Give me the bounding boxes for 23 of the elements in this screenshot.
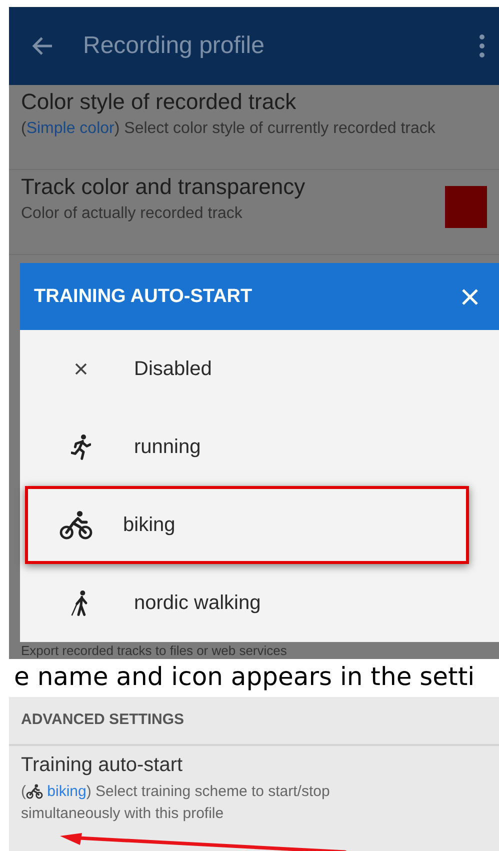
highlighted-option[interactable]: biking	[25, 486, 469, 564]
setting-description: ( biking) Select training scheme to start/stop simultaneously with this profile	[21, 782, 331, 824]
setting-description: Export recorded tracks to files or web services	[20, 642, 288, 659]
dialog-title: TRAINING AUTO-START	[34, 286, 254, 308]
dialog-option[interactable]: Disabled	[20, 330, 499, 408]
running-person-icon	[71, 433, 91, 461]
setting-description: Color of actually recorded track	[21, 204, 244, 224]
overflow-menu-icon[interactable]	[479, 34, 485, 58]
bicycle-rider-icon	[58, 510, 92, 540]
setting-description: (Simple color) Select color style of currently recorded track	[21, 119, 436, 139]
color-swatch[interactable]	[445, 186, 487, 228]
screen-title: Recording profile	[83, 32, 266, 60]
back-arrow-icon[interactable]	[31, 36, 53, 56]
setting-title[interactable]: Training auto-start	[21, 754, 487, 777]
section-header: ADVANCED SETTINGS	[9, 697, 499, 746]
close-icon[interactable]	[461, 288, 479, 306]
setting-title[interactable]: Track color and transparency	[21, 174, 445, 200]
dialog-option[interactable]: nordic walking	[20, 564, 499, 642]
caption-text: e name and icon appears in the setti	[13, 661, 476, 693]
dialog-option[interactable]: running	[20, 408, 499, 486]
bicycle-rider-icon	[26, 784, 43, 799]
close-icon	[74, 362, 88, 376]
setting-title[interactable]: Color style of recorded track	[21, 89, 487, 115]
